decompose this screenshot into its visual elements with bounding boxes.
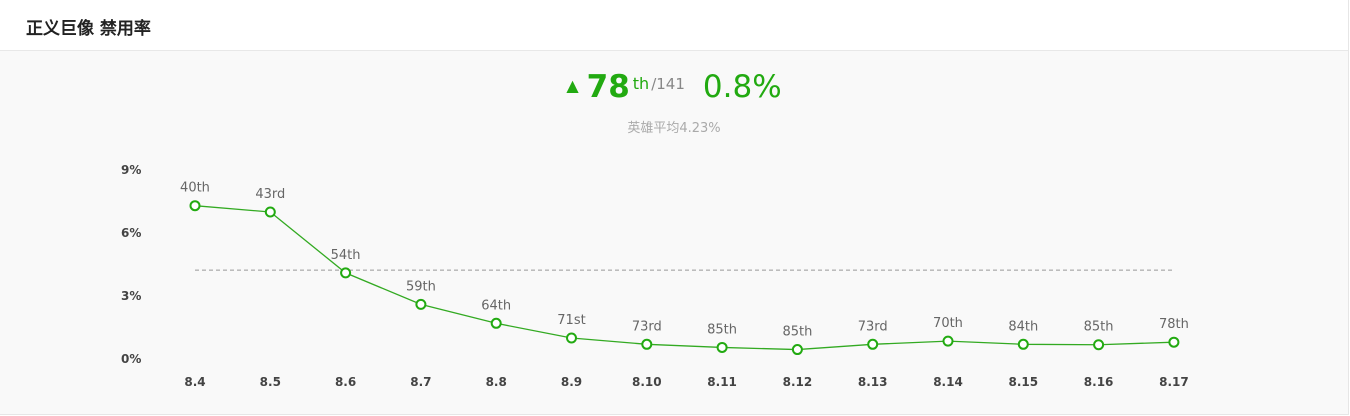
x-tick-label: 8.11 bbox=[707, 375, 737, 389]
data-point bbox=[264, 206, 276, 218]
rank-data-label: 40th bbox=[180, 181, 210, 196]
x-tick-label: 8.9 bbox=[561, 375, 582, 389]
data-point bbox=[791, 344, 803, 356]
rank-data-label: 54th bbox=[331, 248, 361, 263]
line-chart: 0% 3% 6% 9% 8.4 8.5 8.6 8.7 8.8 8.9 8.10 8.11 8.12 8.… bbox=[121, 163, 1189, 389]
y-tick-label: 6% bbox=[121, 226, 141, 240]
data-point bbox=[490, 317, 502, 329]
data-point bbox=[1017, 338, 1029, 350]
rank-data-label: 73rd bbox=[858, 319, 888, 334]
rank-data-label: 59th bbox=[406, 279, 436, 294]
data-point bbox=[867, 338, 879, 350]
x-tick-label: 8.4 bbox=[184, 375, 205, 389]
x-tick-label: 8.15 bbox=[1008, 375, 1038, 389]
x-tick-label: 8.13 bbox=[858, 375, 888, 389]
y-tick-label: 0% bbox=[121, 352, 141, 366]
rank-data-label: 85th bbox=[1084, 320, 1114, 335]
rank-data-label: 84th bbox=[1008, 319, 1038, 334]
rank-data-label: 70th bbox=[933, 316, 963, 331]
x-tick-label: 8.6 bbox=[335, 375, 356, 389]
y-tick-label: 9% bbox=[121, 163, 141, 177]
data-point bbox=[716, 341, 728, 353]
x-tick-label: 8.10 bbox=[632, 375, 662, 389]
rank-data-label: 78th bbox=[1159, 317, 1189, 332]
data-point bbox=[566, 332, 577, 344]
rank-data-label: 73rd bbox=[632, 319, 662, 334]
data-point bbox=[189, 200, 201, 212]
x-tick-label: 8.12 bbox=[783, 375, 813, 389]
x-tick-label: 8.8 bbox=[486, 375, 507, 389]
x-tick-label: 8.5 bbox=[260, 375, 281, 389]
data-point bbox=[942, 335, 954, 347]
rank-data-label: 85th bbox=[707, 322, 737, 337]
x-tick-label: 8.17 bbox=[1159, 375, 1189, 389]
data-point bbox=[1093, 339, 1105, 351]
y-tick-label: 3% bbox=[121, 289, 141, 303]
data-point bbox=[415, 298, 427, 310]
rank-data-label: 71st bbox=[557, 313, 585, 328]
ban-rate-panel: 正义巨像 禁用率 ▲ 78th/141 0.8% 英雄平均4.23% 0% 3% 6% 9… bbox=[0, 0, 1349, 415]
rank-data-label: 64th bbox=[481, 298, 511, 313]
x-tick-label: 8.7 bbox=[410, 375, 431, 389]
data-point bbox=[340, 267, 352, 279]
rank-data-label: 43rd bbox=[255, 187, 285, 202]
x-tick-label: 8.16 bbox=[1084, 375, 1114, 389]
data-point bbox=[641, 338, 653, 350]
x-tick-label: 8.14 bbox=[933, 375, 963, 389]
rank-data-label: 85th bbox=[782, 325, 812, 340]
data-point bbox=[1168, 336, 1180, 348]
